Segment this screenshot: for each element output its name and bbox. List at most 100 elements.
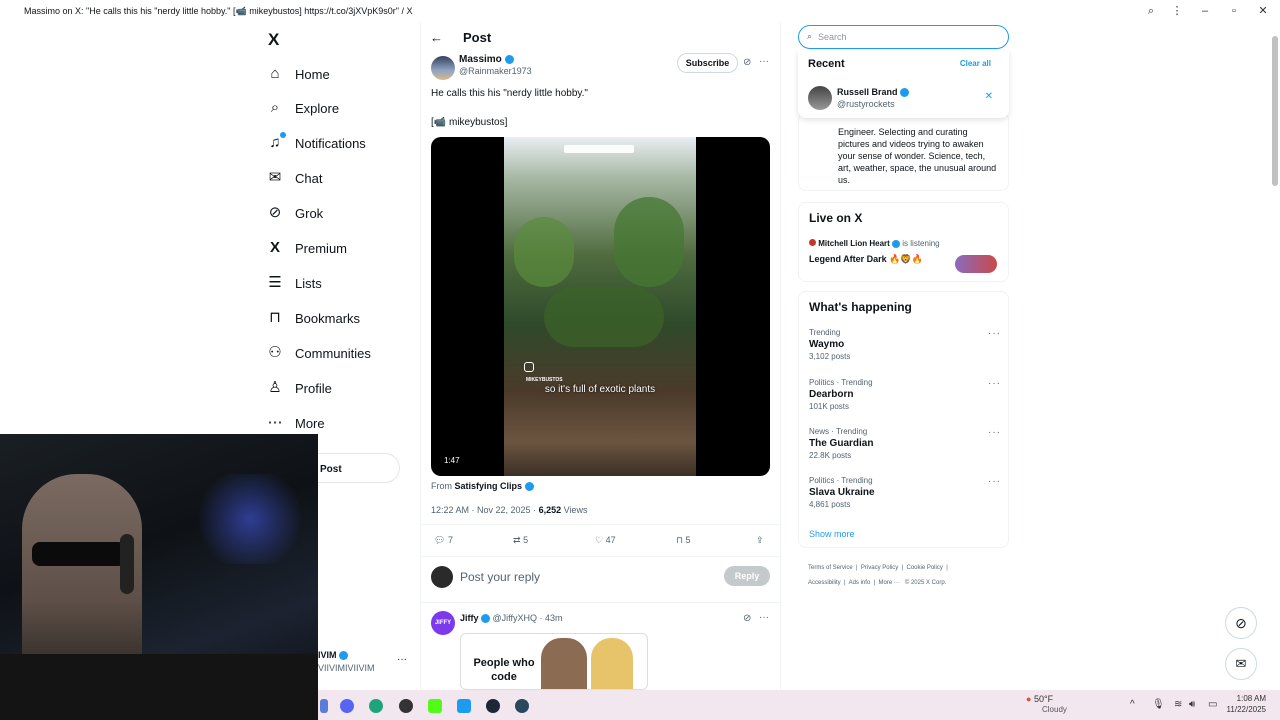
repost-action[interactable]: ⇄ 5 bbox=[513, 535, 528, 546]
page-scrollbar[interactable] bbox=[1272, 36, 1278, 186]
list-icon: ☰ bbox=[268, 274, 282, 291]
nav-premium[interactable]: X Premium bbox=[266, 234, 347, 262]
trend-more-icon[interactable]: ··· bbox=[988, 476, 1001, 487]
mail-icon: ✉ bbox=[268, 169, 282, 186]
trend-item[interactable]: Trending Waymo 3,102 posts ··· bbox=[809, 328, 1001, 361]
share-icon[interactable]: ⇪ bbox=[756, 535, 764, 546]
nav-more[interactable]: ⋯ More bbox=[266, 409, 325, 437]
edge-icon[interactable] bbox=[369, 699, 383, 713]
meme-text: People who code bbox=[473, 657, 535, 683]
nav-lists[interactable]: ☰ Lists bbox=[266, 269, 321, 297]
bookmark-icon: ⊓ bbox=[676, 535, 684, 545]
maximize-button[interactable]: ▫ bbox=[1225, 3, 1243, 19]
trend-meta: Politics · Trending bbox=[809, 378, 873, 387]
clock-time[interactable]: 1:08 AM bbox=[1234, 694, 1266, 703]
mic-icon[interactable]: 🎙︎ bbox=[1152, 699, 1165, 710]
more-icon: ⋯ bbox=[267, 414, 283, 431]
menu-dots-icon[interactable]: ⋮ bbox=[1168, 3, 1186, 19]
nav-explore[interactable]: ⌕ Explore bbox=[266, 94, 339, 122]
post-more-icon[interactable]: ··· bbox=[759, 56, 769, 67]
footer-link[interactable]: Accessibility bbox=[808, 580, 841, 586]
person-icon: ♙ bbox=[268, 379, 282, 396]
jiffy-avatar[interactable]: JIFFY bbox=[431, 611, 455, 635]
recent-item[interactable]: Russell Brand @rustyrockets ✕ bbox=[798, 84, 1009, 114]
trend-item[interactable]: Politics · Trending Dearborn 101K posts … bbox=[809, 378, 1001, 411]
trend-item[interactable]: Politics · Trending Slava Ukraine 4,861 … bbox=[809, 476, 1001, 509]
minimize-button[interactable]: – bbox=[1196, 3, 1214, 19]
browser-icon[interactable] bbox=[399, 699, 413, 713]
author-name[interactable]: Massimo bbox=[459, 54, 514, 65]
chevron-up-icon[interactable]: ^ bbox=[1130, 699, 1135, 710]
post-more-icon[interactable]: ··· bbox=[759, 612, 769, 623]
trend-item[interactable]: News · Trending The Guardian 22.8K posts… bbox=[809, 427, 1001, 460]
reply-button[interactable]: Reply bbox=[724, 566, 770, 586]
reply-input[interactable]: Post your reply bbox=[460, 570, 540, 584]
steam-icon[interactable] bbox=[486, 699, 500, 713]
search-input[interactable]: ⌕ Search bbox=[798, 25, 1009, 49]
live-card: Live on X Mitchell Lion Heart is listeni… bbox=[798, 202, 1009, 282]
author-handle[interactable]: @Rainmaker1973 bbox=[459, 66, 532, 76]
x-logo[interactable]: X bbox=[268, 30, 279, 50]
battery-icon[interactable]: ▭ bbox=[1208, 699, 1217, 710]
subscribe-button[interactable]: Subscribe bbox=[677, 53, 738, 73]
footer-link[interactable]: More ··· bbox=[879, 580, 900, 586]
live-space-title[interactable]: Legend After Dark 🔥🦁🔥 bbox=[809, 254, 923, 265]
verified-icon bbox=[504, 54, 514, 64]
nav-grok[interactable]: ⊘ Grok bbox=[266, 199, 323, 227]
bio-card: Engineer. Selecting and curating picture… bbox=[798, 112, 1009, 191]
volume-icon[interactable]: 🔊︎ bbox=[1189, 699, 1195, 710]
taskbar-app-icon[interactable] bbox=[320, 699, 328, 713]
like-action[interactable]: ♡ 47 bbox=[595, 535, 616, 546]
grok-icon[interactable]: ⊘ bbox=[743, 57, 751, 68]
verified-icon bbox=[892, 239, 901, 248]
live-host[interactable]: Mitchell Lion Heart is listening bbox=[809, 239, 940, 248]
kick-icon[interactable] bbox=[428, 699, 442, 713]
nav-notifications[interactable]: ♫ Notifications bbox=[266, 129, 366, 157]
back-arrow-icon[interactable]: ← bbox=[430, 30, 443, 45]
steam-alt-icon[interactable] bbox=[515, 699, 529, 713]
nav-label: Communities bbox=[295, 345, 371, 361]
clear-all-link[interactable]: Clear all bbox=[960, 59, 991, 68]
trend-more-icon[interactable]: ··· bbox=[988, 378, 1001, 389]
grok-icon[interactable]: ⊘ bbox=[743, 613, 751, 624]
post-button[interactable]: Post bbox=[318, 453, 400, 483]
divider bbox=[421, 602, 780, 603]
verified-icon bbox=[481, 614, 491, 624]
trend-count: 22.8K posts bbox=[809, 451, 852, 460]
footer-link[interactable]: Cookie Policy bbox=[907, 565, 943, 571]
live-participants[interactable] bbox=[955, 255, 997, 273]
show-more-link[interactable]: Show more bbox=[809, 529, 855, 539]
zoom-icon[interactable]: ⌕ bbox=[1142, 3, 1160, 19]
video-player[interactable]: MIKEYBUSTOS so it's full of exotic plant… bbox=[431, 137, 770, 476]
nav-communities[interactable]: ⚇ Communities bbox=[266, 339, 371, 367]
footer-link[interactable]: Ads info bbox=[849, 580, 871, 586]
meme-image[interactable]: People who code bbox=[460, 633, 648, 690]
author-avatar[interactable] bbox=[431, 56, 455, 80]
reply-action[interactable]: 💬︎ 7 bbox=[434, 535, 453, 546]
nav-chat[interactable]: ✉ Chat bbox=[266, 164, 323, 192]
discord-icon[interactable] bbox=[340, 699, 354, 713]
remove-recent-icon[interactable]: ✕ bbox=[985, 91, 993, 102]
wifi-icon[interactable]: ≋ bbox=[1174, 699, 1182, 710]
trend-more-icon[interactable]: ··· bbox=[988, 427, 1001, 438]
video-watermark: MIKEYBUSTOS bbox=[526, 377, 563, 383]
nav-home[interactable]: ⌂ Home bbox=[266, 60, 329, 88]
trend-more-icon[interactable]: ··· bbox=[988, 328, 1001, 339]
account-name[interactable]: IVIM bbox=[318, 650, 349, 661]
bookmark-action[interactable]: ⊓ 5 bbox=[676, 535, 691, 546]
messages-float-button[interactable]: ✉ bbox=[1225, 648, 1257, 680]
nav-bookmarks[interactable]: ⊓ Bookmarks bbox=[266, 304, 360, 332]
close-window-button[interactable]: ✕ bbox=[1254, 3, 1272, 19]
account-more-icon[interactable]: ··· bbox=[397, 654, 407, 665]
taskbar: ● 50°F Cloudy ^ 🎙︎ ≋ 🔊︎ ▭ 1:08 AM 11/22/… bbox=[318, 690, 1280, 720]
weather-widget[interactable]: ● 50°F bbox=[1026, 694, 1053, 704]
grok-float-button[interactable]: ⊘ bbox=[1225, 607, 1257, 639]
footer-link[interactable]: Privacy Policy bbox=[861, 565, 898, 571]
footer-link[interactable]: Terms of Service bbox=[808, 565, 853, 571]
clock-date[interactable]: 11/22/2025 bbox=[1226, 705, 1266, 714]
from-source-link[interactable]: Satisfying Clips bbox=[455, 481, 523, 491]
nav-profile[interactable]: ♙ Profile bbox=[266, 374, 332, 402]
next-post-header[interactable]: Jiffy @JiffyXHQ · 43m bbox=[460, 613, 563, 624]
twitter-app-icon[interactable] bbox=[457, 699, 471, 713]
home-icon: ⌂ bbox=[270, 65, 280, 82]
